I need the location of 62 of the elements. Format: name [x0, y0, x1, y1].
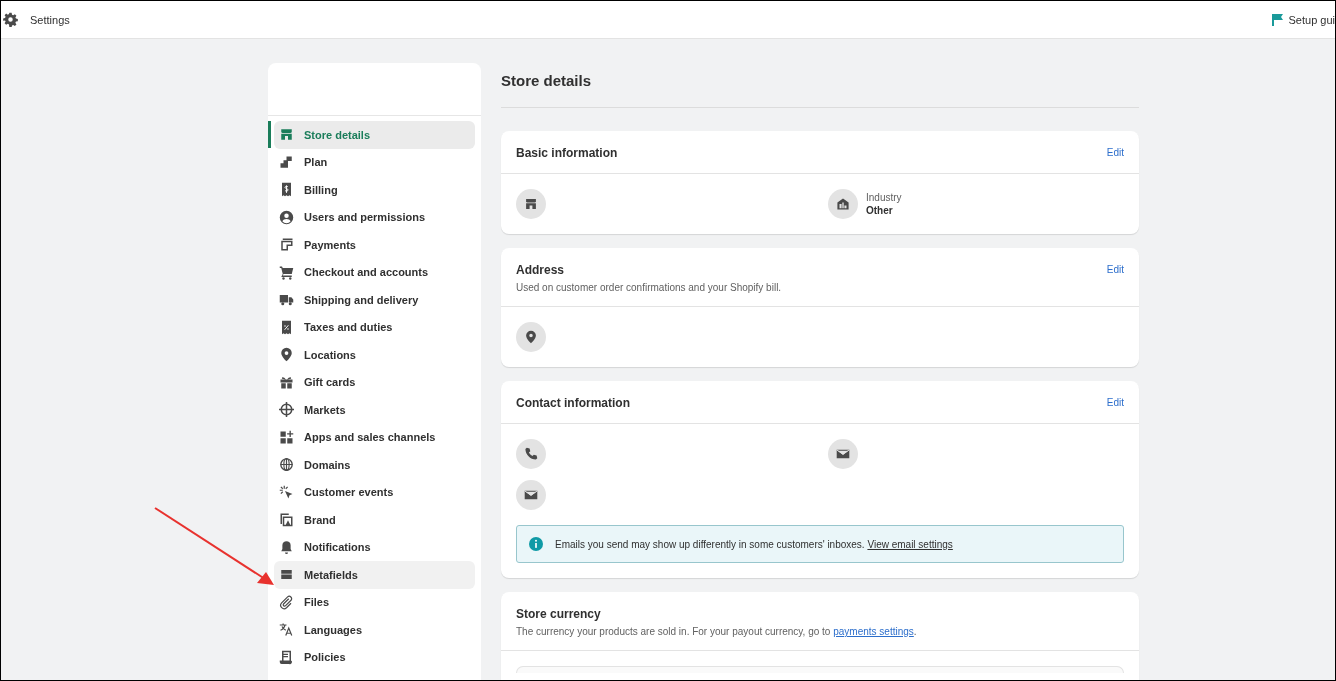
document-icon: [279, 649, 294, 665]
field-value: Other: [866, 205, 894, 216]
sidebar-item[interactable]: Taxes and duties: [274, 313, 475, 341]
setup-guide-link[interactable]: Setup gui: [1288, 13, 1335, 26]
email-settings-link[interactable]: View email settings: [867, 538, 953, 550]
stacked-boxes-icon: [279, 154, 294, 170]
mail-icon: [524, 488, 538, 502]
card-title: Store currency: [516, 606, 602, 622]
sidebar-item[interactable]: Brand: [274, 506, 475, 534]
sidebar-item[interactable]: Customer events: [274, 478, 475, 506]
image-icon: [279, 512, 294, 528]
store-icon: [279, 127, 294, 143]
gift-icon: [279, 374, 294, 390]
sidebar-item[interactable]: Markets: [274, 396, 475, 424]
credit-card-icon: [279, 237, 294, 253]
sidebar-item[interactable]: Languages: [274, 616, 475, 644]
sidebar-item[interactable]: Metafields: [274, 561, 475, 589]
card-title: Contact information: [516, 395, 630, 411]
card-title: Basic information: [516, 145, 618, 161]
banner-text: Emails you send may show up differently in some customers' inboxes. View email settings: [555, 538, 953, 550]
card-description: The currency your products are sold in. For your payout currency, go to payments settings.: [516, 625, 917, 638]
mail-icon: [836, 447, 850, 461]
sidebar-item[interactable]: Apps and sales channels: [274, 423, 475, 451]
info-icon: [529, 537, 543, 551]
phone-icon: [524, 447, 538, 461]
store-icon: [524, 197, 538, 211]
bell-icon: [279, 539, 294, 555]
sidebar-item[interactable]: Checkout and accounts: [274, 258, 475, 286]
cursor-icon: [279, 484, 294, 500]
edit-link[interactable]: Edit: [1106, 145, 1124, 161]
sidebar-item[interactable]: Files: [274, 588, 475, 616]
page-title: Settings: [30, 13, 70, 26]
user-icon: [279, 209, 294, 225]
sidebar-item[interactable]: Notifications: [274, 533, 475, 561]
edit-link[interactable]: Edit: [1106, 262, 1124, 278]
sidebar-item[interactable]: Payments: [274, 231, 475, 259]
field-label: Industry: [866, 192, 902, 203]
settings-icon: [3, 12, 18, 27]
sidebar-item[interactable]: Billing: [274, 176, 475, 204]
receipt-icon: [279, 319, 294, 335]
translate-icon: [279, 622, 294, 638]
sidebar-item[interactable]: Plan: [274, 148, 475, 176]
card-title: Address: [516, 262, 566, 278]
building-icon: [836, 197, 850, 211]
payments-settings-link[interactable]: payments settings: [833, 626, 914, 637]
paperclip-icon: [279, 594, 294, 610]
sidebar-item[interactable]: Locations: [274, 341, 475, 369]
apps-grid-icon: [279, 429, 294, 445]
truck-icon: [279, 292, 294, 308]
edit-link[interactable]: Edit: [1106, 395, 1124, 411]
sidebar-item[interactable]: Domains: [274, 451, 475, 479]
flag-icon: [1271, 13, 1283, 26]
card-description: Used on customer order confirmations and your Shopify bill.: [516, 281, 782, 294]
cart-icon: [279, 264, 294, 280]
sidebar-item[interactable]: Policies: [274, 643, 475, 671]
page-heading: Store details: [501, 63, 1139, 108]
receipt-icon: [279, 182, 294, 198]
sidebar-item[interactable]: Gift cards: [274, 368, 475, 396]
location-pin-icon: [279, 347, 294, 363]
location-pin-icon: [524, 330, 538, 344]
sidebar-item[interactable]: Users and permissions: [274, 203, 475, 231]
sidebar-item[interactable]: Shipping and delivery: [274, 286, 475, 314]
